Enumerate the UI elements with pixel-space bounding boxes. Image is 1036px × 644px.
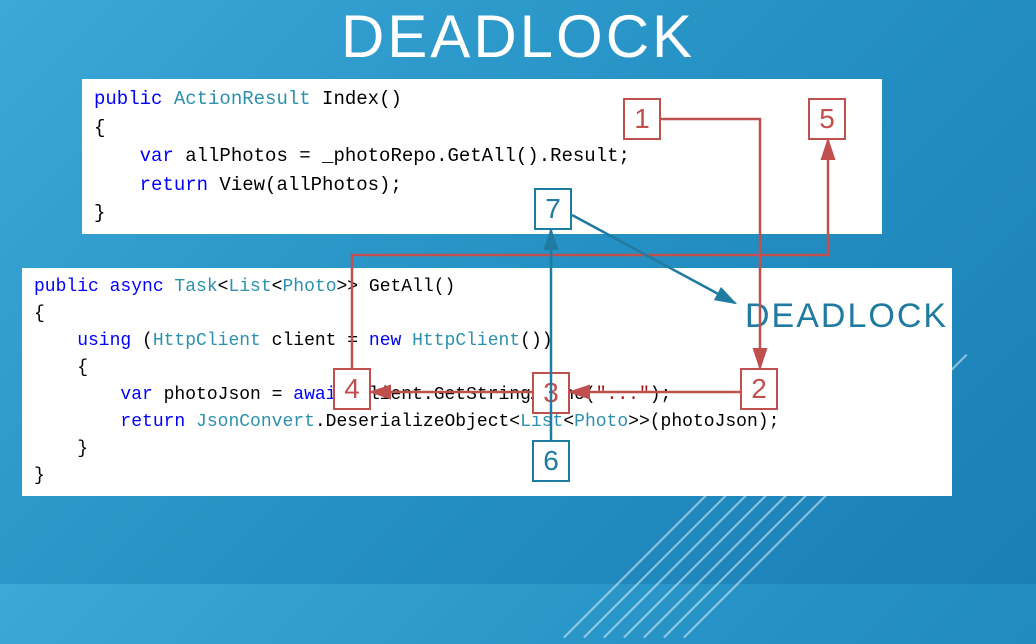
kw: return [94,174,208,196]
txt: { [34,358,88,378]
txt: >> GetAll() [337,277,456,297]
kw: new [369,331,401,351]
type: HttpClient [412,331,520,351]
txt: { [94,117,105,139]
slide-title: DEADLOCK [0,0,1036,71]
txt: < [218,277,229,297]
type: List [520,412,563,432]
step-box-3: 3 [532,372,570,414]
deadlock-label: DEADLOCK [745,297,948,336]
txt [401,331,412,351]
txt: ); [650,385,672,405]
step-box-5: 5 [808,98,846,140]
kw: var [34,385,153,405]
kw: using [34,331,131,351]
txt: View(allPhotos); [208,174,402,196]
type: Photo [282,277,336,297]
txt: ()) [520,331,552,351]
kw: public [34,277,99,297]
txt: allPhotos = _photoRepo.GetAll().Result; [174,145,630,167]
kw: async [99,277,164,297]
type: List [228,277,271,297]
txt: client = [261,331,369,351]
step-box-6: 6 [532,440,570,482]
decorative-lines [846,354,1036,644]
str: "..." [596,385,650,405]
step-box-2: 2 [740,368,778,410]
txt: } [34,439,88,459]
txt: } [94,202,105,224]
kw: var [94,145,174,167]
txt [185,412,196,432]
step-box-7: 7 [534,188,572,230]
txt: } [34,466,45,486]
txt: photoJson = [153,385,293,405]
txt: .DeserializeObject< [315,412,520,432]
type: HttpClient [153,331,261,351]
kw: public [94,88,162,110]
kw: return [34,412,185,432]
txt: < [563,412,574,432]
type: Photo [574,412,628,432]
txt: >>(photoJson); [628,412,779,432]
txt: < [272,277,283,297]
step-box-1: 1 [623,98,661,140]
type: Task [164,277,218,297]
type: JsonConvert [196,412,315,432]
txt: ( [131,331,153,351]
code-block-1: public ActionResult Index() { var allPho… [82,79,882,234]
step-box-4: 4 [333,368,371,410]
txt: { [34,304,45,324]
txt: Index() [311,88,402,110]
type: ActionResult [162,88,310,110]
